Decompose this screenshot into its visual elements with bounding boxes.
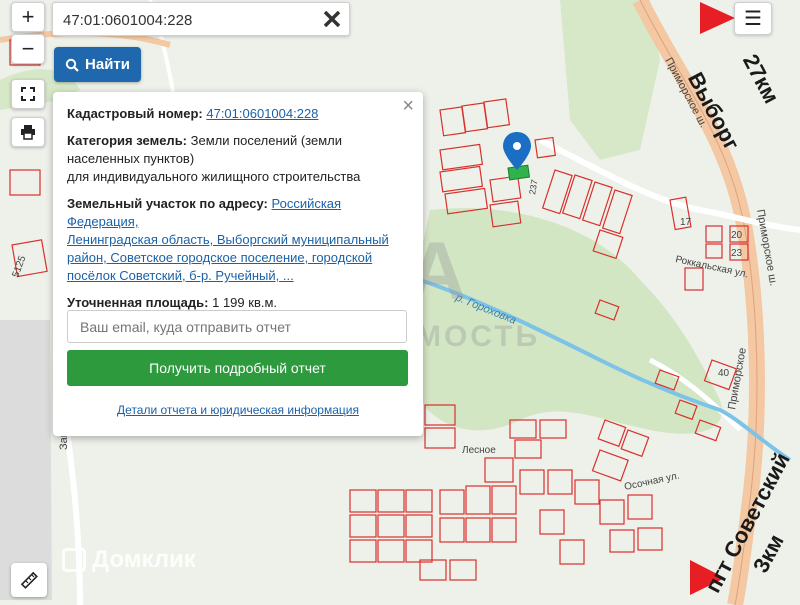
category-value-3: для индивидуального жилищного строительс… [67,169,361,184]
measure-button[interactable] [11,563,47,597]
category-value-2: населенных пунктов) [67,151,195,166]
category-row: Категория земель: Земли поселений (земли… [67,132,409,186]
address-link-3[interactable]: район, Советское городское поселение, го… [67,250,372,265]
close-icon [323,10,341,28]
expand-icon [21,87,35,101]
zoom-in-button[interactable]: + [11,2,45,32]
cadastral-number-link[interactable]: 47:01:0601004:228 [206,106,318,121]
report-details-link[interactable]: Детали отчета и юридическая информация [53,401,423,419]
address-row: Земельный участок по адресу: Российская … [67,195,409,285]
search-box [52,2,350,36]
get-report-button[interactable]: Получить подробный отчет [67,350,408,386]
find-button[interactable]: Найти [54,47,141,82]
clear-search-button[interactable] [319,6,345,32]
address-link-2[interactable]: Ленинградская область, Выборгский муници… [67,232,389,247]
category-value-1: Земли поселений (земли [190,133,342,148]
ruler-icon [20,571,38,589]
address-link-4[interactable]: посёлок Советский, б-р. Ручейный, ... [67,268,294,283]
print-button[interactable] [11,117,45,147]
search-icon [65,58,79,72]
fullscreen-button[interactable] [11,79,45,109]
area-label: Уточненная площадь: [67,295,209,310]
find-button-label: Найти [85,56,130,73]
address-label: Земельный участок по адресу: [67,196,268,211]
printer-icon [21,125,35,140]
popup-close-button[interactable]: × [402,96,414,116]
menu-button[interactable]: ☰ [734,2,772,35]
area-value: 1 199 кв.м. [212,295,278,310]
search-input[interactable] [61,7,315,33]
parcel-info-popup: × Кадастровый номер: 47:01:0601004:228 К… [53,92,423,436]
cadastral-row: Кадастровый номер: 47:01:0601004:228 [67,105,409,123]
zoom-out-button[interactable]: − [11,34,45,64]
category-label: Категория земель: [67,133,188,148]
email-input[interactable] [67,310,407,343]
cadastral-label: Кадастровый номер: [67,106,203,121]
